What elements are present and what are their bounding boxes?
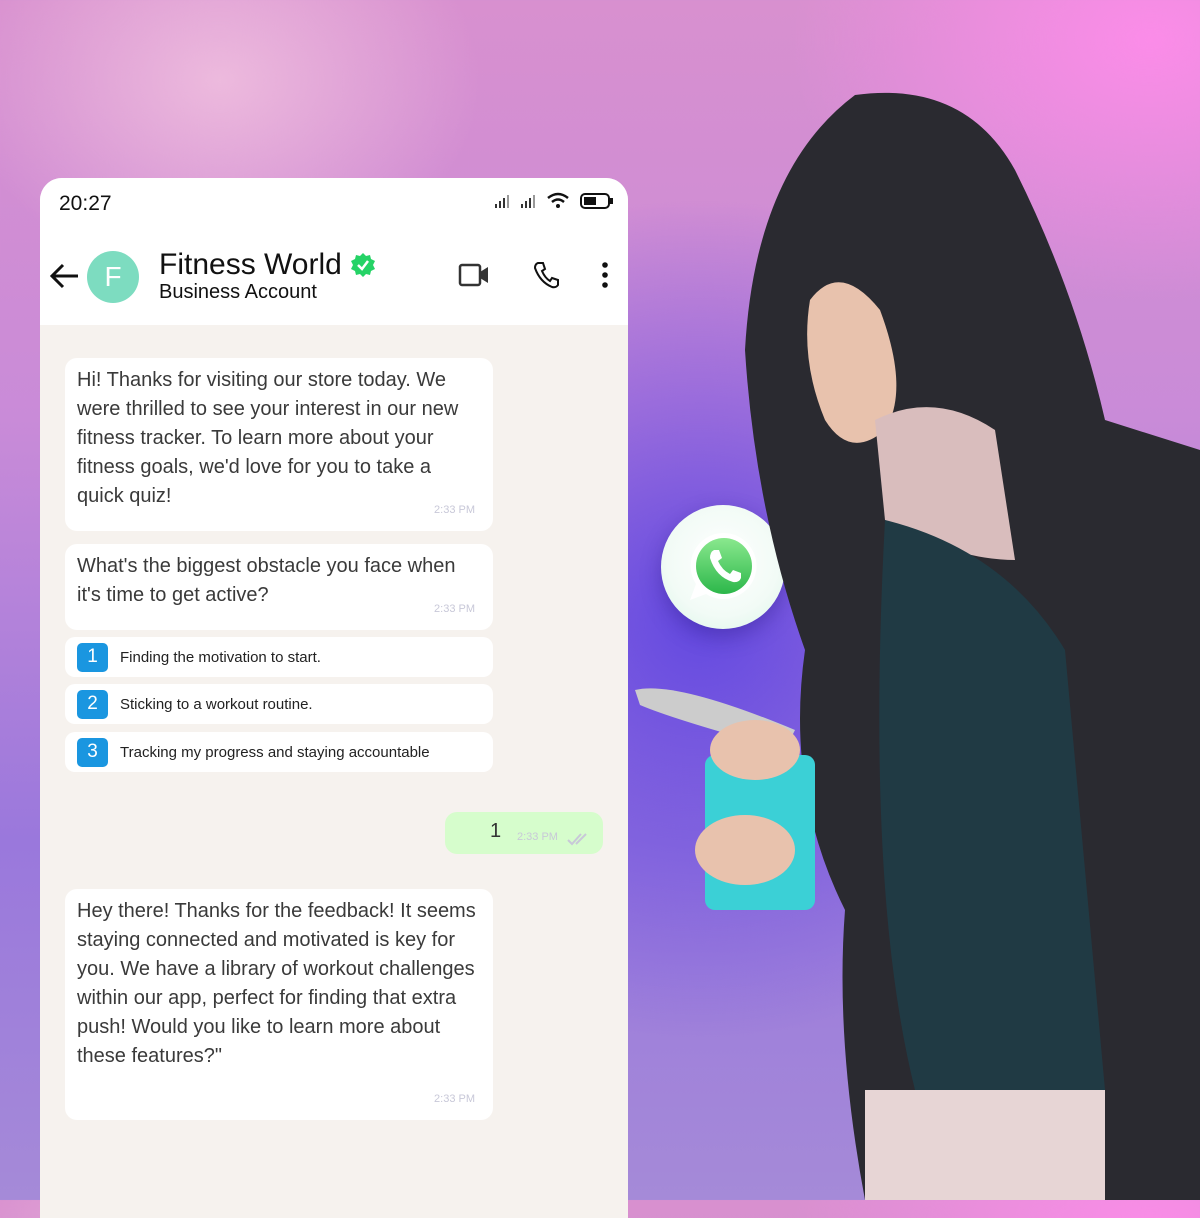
option-label: Tracking my progress and staying account… xyxy=(120,743,430,761)
message-text: Hi! Thanks for visiting our store today.… xyxy=(77,369,459,507)
message-time: 2:33 PM xyxy=(434,603,475,615)
quiz-option-2[interactable]: 2 Sticking to a workout routine. xyxy=(65,684,493,724)
status-time: 20:27 xyxy=(59,192,112,215)
more-vertical-icon[interactable] xyxy=(600,260,610,290)
avatar[interactable]: F xyxy=(87,251,139,303)
phone-chat-window: 20:27 F Fitness World Business Account H… xyxy=(40,178,628,1218)
video-call-icon[interactable] xyxy=(458,260,490,290)
reply-bubble: 1 2:33 PM xyxy=(445,812,603,854)
reply-text: 1 xyxy=(490,820,502,842)
quiz-option-3[interactable]: 3 Tracking my progress and staying accou… xyxy=(65,732,493,772)
status-bar: 20:27 xyxy=(40,178,628,234)
chat-title: Fitness World xyxy=(159,248,376,282)
quiz-option-1[interactable]: 1 Finding the motivation to start. xyxy=(65,637,493,677)
signal-icon xyxy=(521,195,535,208)
signal-icon xyxy=(495,195,509,208)
message-text: What's the biggest obstacle you face whe… xyxy=(77,555,456,606)
message-bubble: Hi! Thanks for visiting our store today.… xyxy=(65,358,493,531)
message-bubble: What's the biggest obstacle you face whe… xyxy=(65,544,493,630)
message-text: Hey there! Thanks for the feedback! It s… xyxy=(77,900,476,1067)
message-time: 2:33 PM xyxy=(434,1093,475,1105)
verified-badge-icon xyxy=(350,253,375,277)
chat-header: F Fitness World Business Account xyxy=(40,234,628,325)
woman-photo xyxy=(635,92,1200,1200)
reply-time: 2:33 PM xyxy=(517,831,558,843)
option-number: 1 xyxy=(77,642,108,672)
phone-call-icon[interactable] xyxy=(532,260,560,290)
message-bubble: Hey there! Thanks for the feedback! It s… xyxy=(65,889,493,1120)
wifi-icon xyxy=(547,192,569,208)
chat-subtitle: Business Account xyxy=(159,281,317,303)
option-label: Sticking to a workout routine. xyxy=(120,695,313,713)
arrow-left-icon[interactable] xyxy=(48,261,82,291)
option-label: Finding the motivation to start. xyxy=(120,648,321,666)
option-number: 2 xyxy=(77,689,108,719)
double-check-icon xyxy=(567,833,587,846)
battery-icon xyxy=(580,193,613,209)
option-number: 3 xyxy=(77,737,108,767)
message-time: 2:33 PM xyxy=(434,504,475,516)
